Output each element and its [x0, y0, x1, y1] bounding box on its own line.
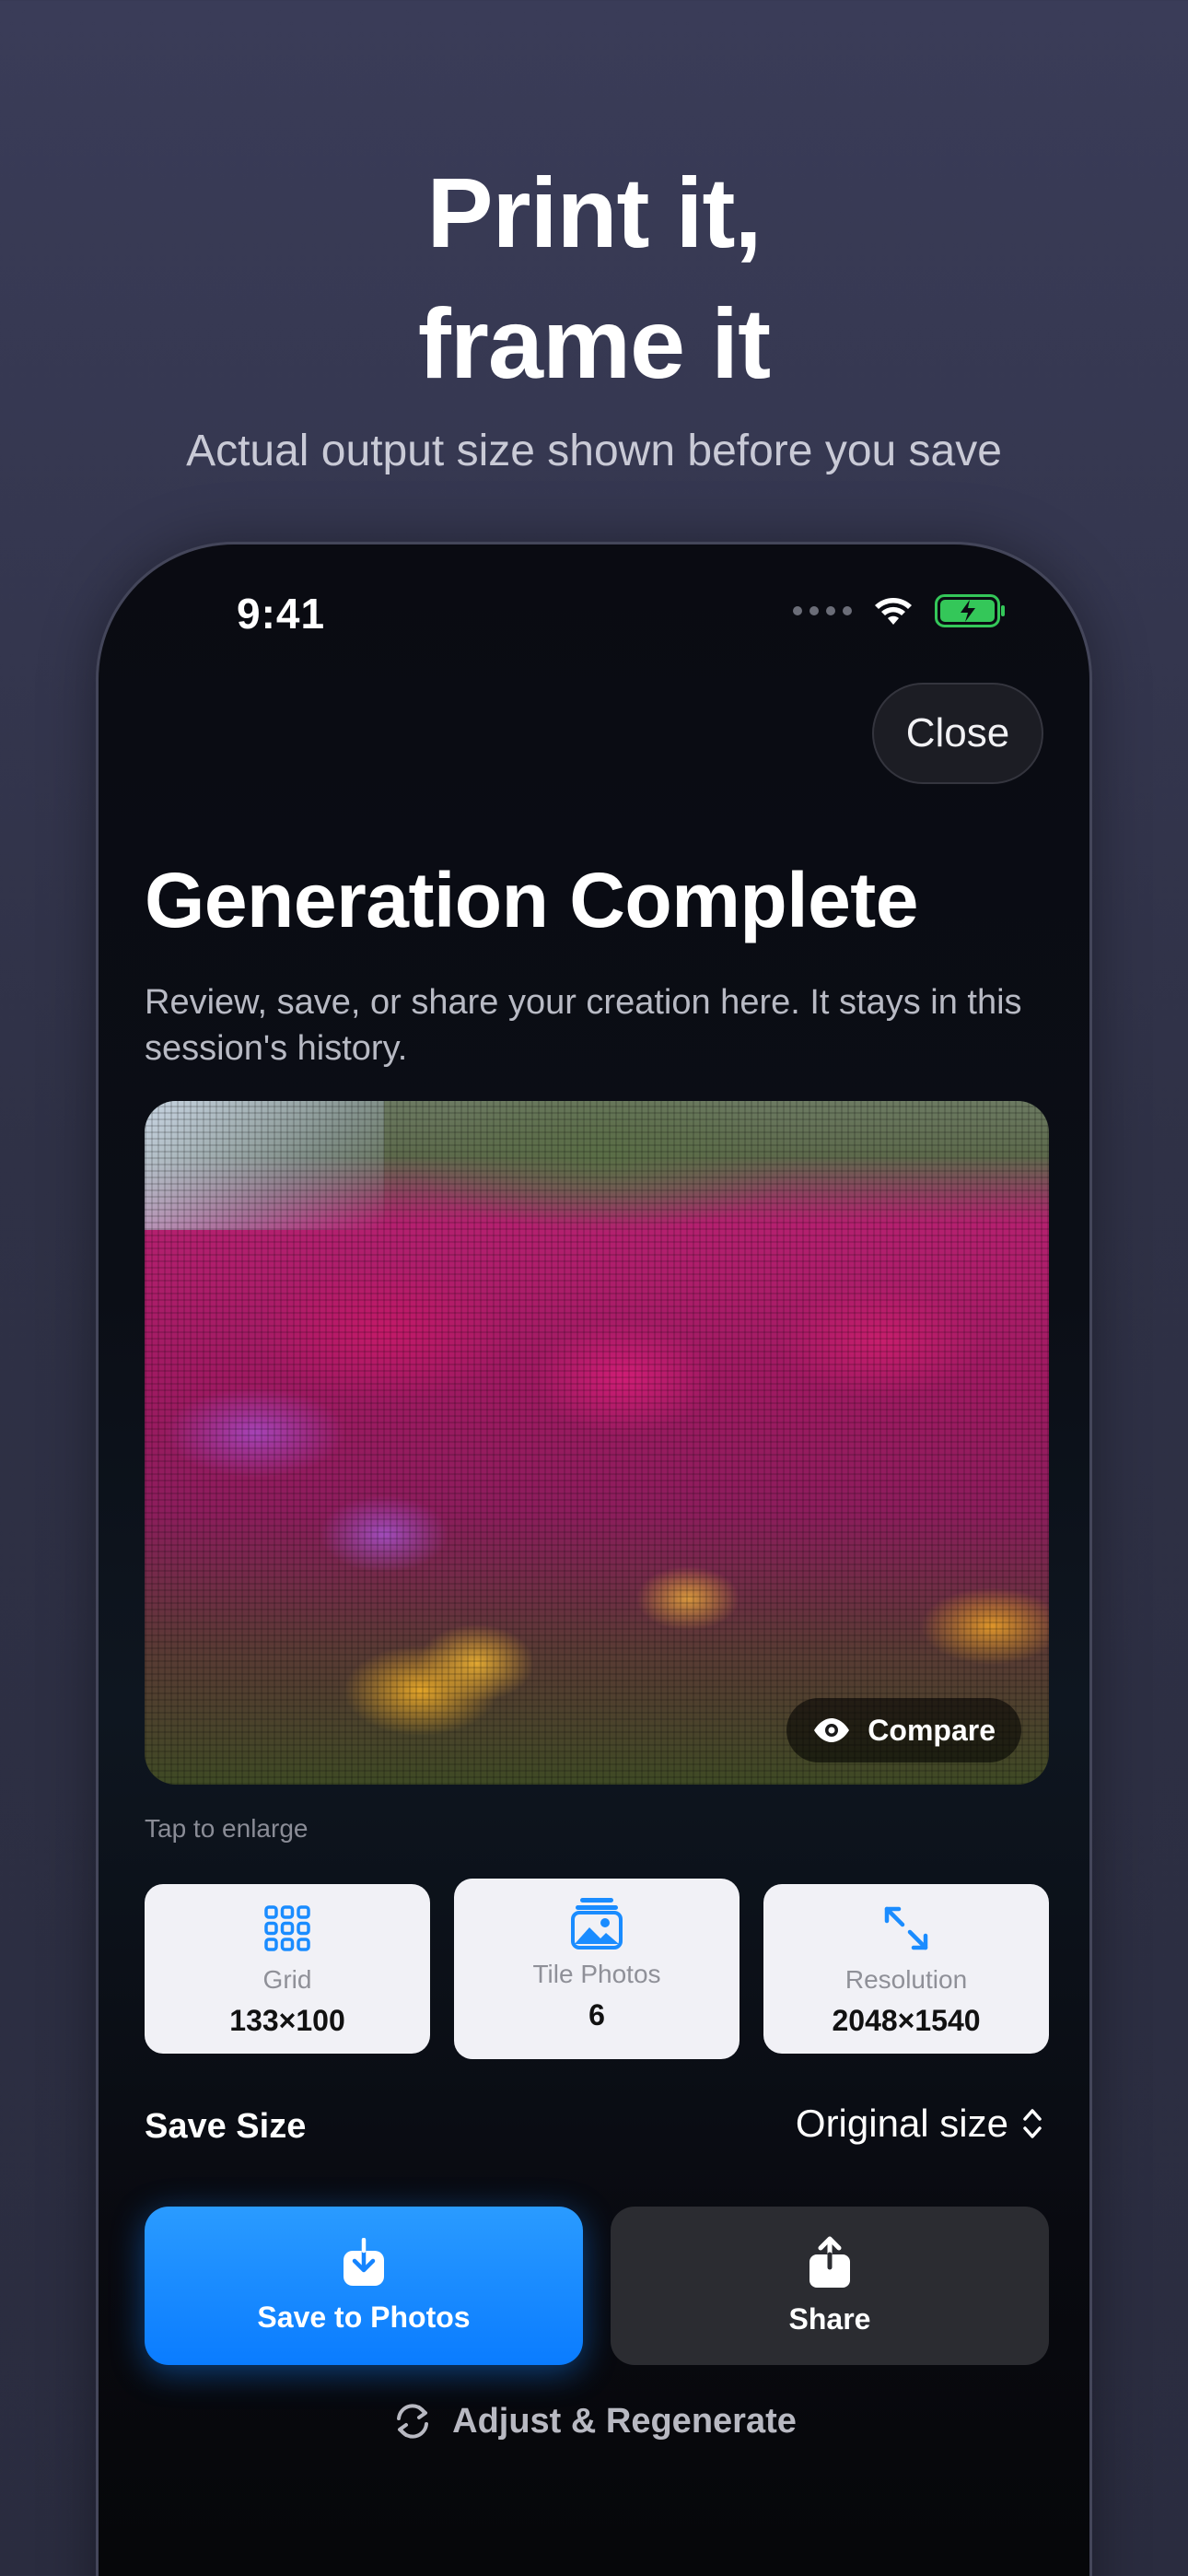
stat-card-resolution: Resolution 2048×1540 [763, 1884, 1049, 2054]
share-button[interactable]: Share [611, 2207, 1049, 2365]
save-to-photos-label: Save to Photos [257, 2300, 471, 2334]
expand-icon [884, 1906, 928, 1950]
battery-icon [935, 594, 1005, 627]
status-bar: 9:41 [99, 544, 1089, 673]
save-to-photos-button[interactable]: Save to Photos [145, 2207, 583, 2365]
page-title: Generation Complete [145, 857, 918, 943]
refresh-icon [397, 2404, 429, 2439]
stat-card-grid: Grid 133×100 [145, 1884, 430, 2054]
tap-to-enlarge-hint: Tap to enlarge [145, 1814, 309, 1843]
mosaic-preview-image[interactable]: Compare [145, 1101, 1049, 1785]
stat-label: Tile Photos [532, 1960, 661, 1988]
save-size-value: Original size [795, 2102, 1008, 2145]
status-time: 9:41 [237, 590, 326, 638]
signal-dots-icon [793, 606, 852, 615]
download-icon [344, 2237, 384, 2286]
headline-line-1: Print it, [426, 157, 763, 268]
headline-line-2: frame it [417, 287, 771, 399]
marketing-subheadline: Actual output size shown before you save [186, 427, 1002, 475]
adjust-regenerate-button[interactable]: Adjust & Regenerate [99, 2400, 1089, 2442]
chevron-up-down-icon [1023, 2109, 1042, 2138]
compare-label: Compare [868, 1713, 996, 1747]
stat-value: 2048×1540 [832, 2004, 981, 2037]
wifi-icon [875, 598, 912, 625]
page-description: Review, save, or share your creation her… [145, 983, 1022, 1068]
preview-sky [145, 1101, 384, 1230]
adjust-regenerate-label: Adjust & Regenerate [452, 2401, 797, 2441]
share-label: Share [788, 2301, 871, 2336]
stat-label: Resolution [844, 1965, 968, 1994]
eye-icon [814, 1718, 850, 1742]
stat-value: 6 [588, 1998, 605, 2032]
marketing-headline: Print it, frame it [0, 147, 1188, 409]
stat-label: Grid [262, 1965, 312, 1994]
stat-card-tile-photos: Tile Photos 6 [454, 1879, 740, 2059]
grid-icon [264, 1905, 310, 1951]
share-icon [809, 2236, 850, 2288]
save-size-select[interactable]: Original size [796, 2102, 1043, 2146]
phone-frame: 9:41 Close Generation Complete Review, s… [96, 542, 1092, 2576]
close-button[interactable]: Close [872, 683, 1043, 784]
compare-button[interactable]: Compare [786, 1698, 1021, 1762]
photos-icon [571, 1898, 623, 1950]
status-icons [793, 594, 1007, 627]
stat-value: 133×100 [229, 2004, 345, 2037]
save-size-label: Save Size [145, 2107, 307, 2146]
